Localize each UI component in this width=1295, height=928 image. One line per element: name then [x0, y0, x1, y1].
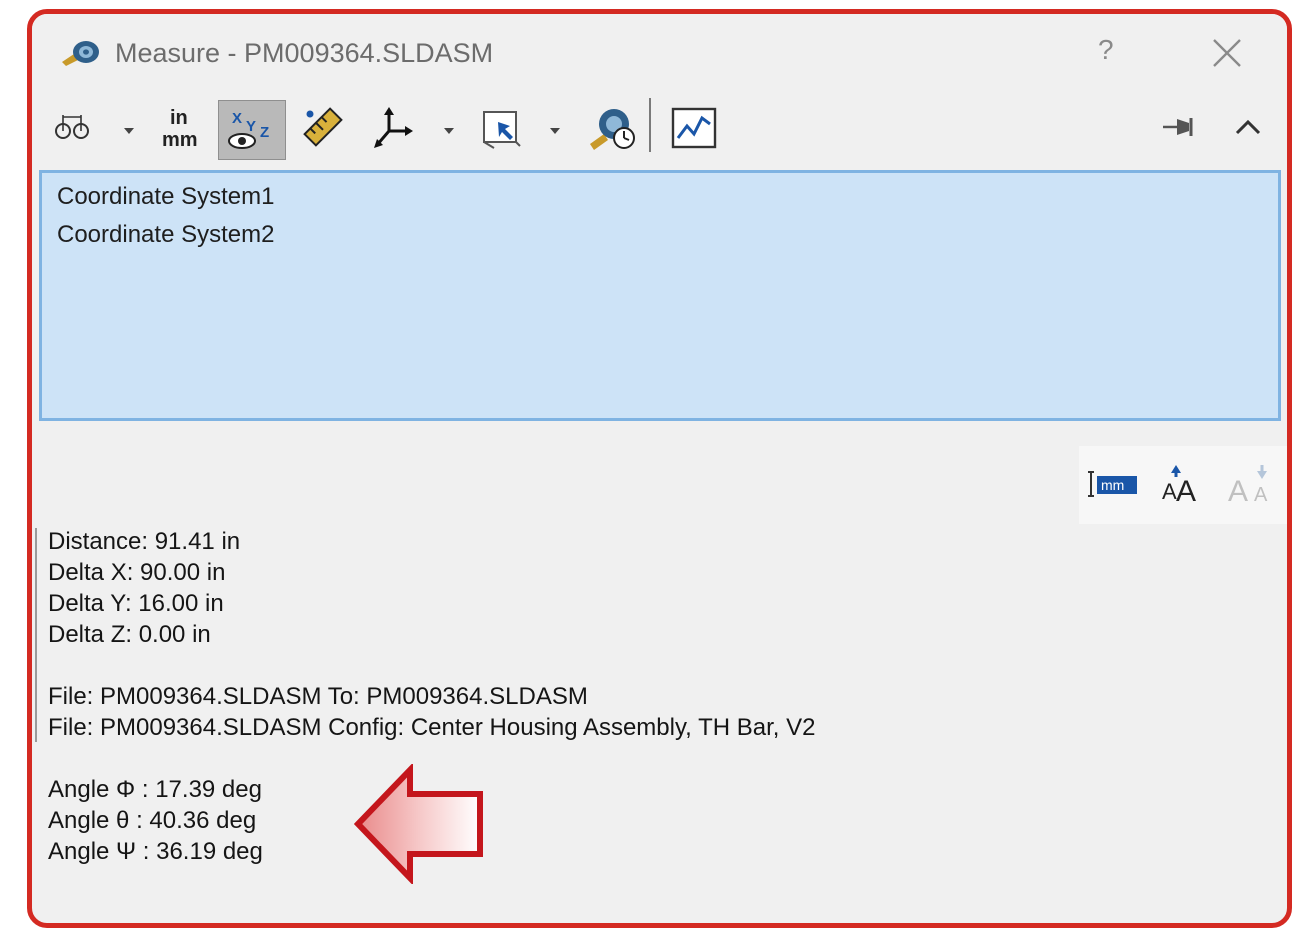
- svg-text:X: X: [232, 110, 242, 127]
- decrease-font-button[interactable]: A A: [1225, 460, 1277, 506]
- file-to-line: File: PM009364.SLDASM To: PM009364.SLDAS…: [48, 683, 588, 710]
- point-to-point-button[interactable]: [298, 102, 348, 152]
- arc-measure-dropdown[interactable]: [124, 128, 134, 134]
- tape-measure-icon: [62, 41, 99, 66]
- xyz-eye-icon: X Y Z: [228, 110, 269, 149]
- left-arrow-callout-icon: [354, 764, 483, 884]
- measure-history-button[interactable]: [584, 102, 638, 154]
- cursor-select-icon: [483, 111, 521, 149]
- history-icon: [590, 109, 635, 150]
- window-title: Measure - PM009364.SLDASM: [115, 38, 494, 68]
- units-icon: in mm: [162, 107, 198, 151]
- increase-font-button[interactable]: A A: [1157, 460, 1209, 506]
- collapse-button[interactable]: [1228, 110, 1268, 144]
- units-precision-button[interactable]: in mm: [158, 100, 208, 154]
- chevron-up-icon: [1235, 119, 1261, 135]
- select-coordinate-button[interactable]: [478, 104, 528, 152]
- measure-dialog: Measure - PM009364.SLDASM ? in mm X Y Z …: [27, 9, 1292, 928]
- title-bar: Measure - PM009364.SLDASM ?: [32, 14, 1287, 86]
- arc-measure-icon: [55, 115, 89, 139]
- delta-x-value: Delta X: 90.00 in: [48, 559, 226, 586]
- measure-results: Distance: 91.41 in Delta X: 90.00 in Del…: [48, 524, 1148, 904]
- svg-text:A: A: [1162, 479, 1177, 504]
- pin-button[interactable]: [1160, 110, 1202, 144]
- arc-measure-button[interactable]: [52, 106, 94, 146]
- dimension-mm-label: mm: [1101, 477, 1124, 493]
- selection-item-coordinate-system1[interactable]: Coordinate System1: [57, 183, 274, 211]
- sensor-graph-icon: [671, 107, 717, 149]
- create-sensor-button[interactable]: [668, 104, 720, 152]
- results-scroll-edge: [35, 528, 37, 742]
- insert-dimension-button[interactable]: mm: [1087, 464, 1143, 504]
- ruler-icon: [303, 107, 343, 147]
- pin-icon: [1163, 118, 1193, 136]
- toolbar-separator: [649, 98, 651, 152]
- selection-list[interactable]: Coordinate System1 Coordinate System2: [39, 170, 1281, 421]
- angle-theta-value: Angle θ : 40.36 deg: [48, 807, 257, 834]
- show-xyz-button[interactable]: X Y Z: [218, 100, 286, 160]
- increase-font-icon: A A: [1162, 465, 1196, 505]
- axes-icon: [374, 107, 413, 148]
- delta-z-value: Delta Z: 0.00 in: [48, 621, 211, 648]
- insert-dimension-icon: mm: [1088, 471, 1137, 497]
- distance-value: Distance: 91.41 in: [48, 528, 241, 555]
- projection-button[interactable]: [368, 102, 418, 152]
- measure-toolbar: in mm X Y Z: [32, 92, 1287, 162]
- close-icon[interactable]: [1210, 36, 1244, 70]
- svg-text:A: A: [1176, 475, 1196, 505]
- results-mini-toolbar: mm A A A A: [1079, 446, 1287, 524]
- projection-dropdown[interactable]: [444, 128, 454, 134]
- selection-item-coordinate-system2[interactable]: Coordinate System2: [57, 221, 274, 249]
- units-top-label: in: [170, 107, 188, 129]
- select-coordinate-dropdown[interactable]: [550, 128, 560, 134]
- svg-text:A: A: [1254, 484, 1268, 505]
- svg-text:Y: Y: [246, 118, 256, 135]
- svg-text:Z: Z: [260, 124, 269, 141]
- file-config-line: File: PM009364.SLDASM Config: Center Hou…: [48, 714, 816, 741]
- svg-text:A: A: [1228, 475, 1248, 505]
- delta-y-value: Delta Y: 16.00 in: [48, 590, 224, 617]
- decrease-font-icon: A A: [1228, 465, 1268, 505]
- units-bottom-label: mm: [162, 129, 198, 151]
- angle-phi-value: Angle Φ : 17.39 deg: [48, 776, 262, 803]
- help-button[interactable]: ?: [1098, 34, 1114, 66]
- angle-psi-value: Angle Ψ : 36.19 deg: [48, 838, 263, 865]
